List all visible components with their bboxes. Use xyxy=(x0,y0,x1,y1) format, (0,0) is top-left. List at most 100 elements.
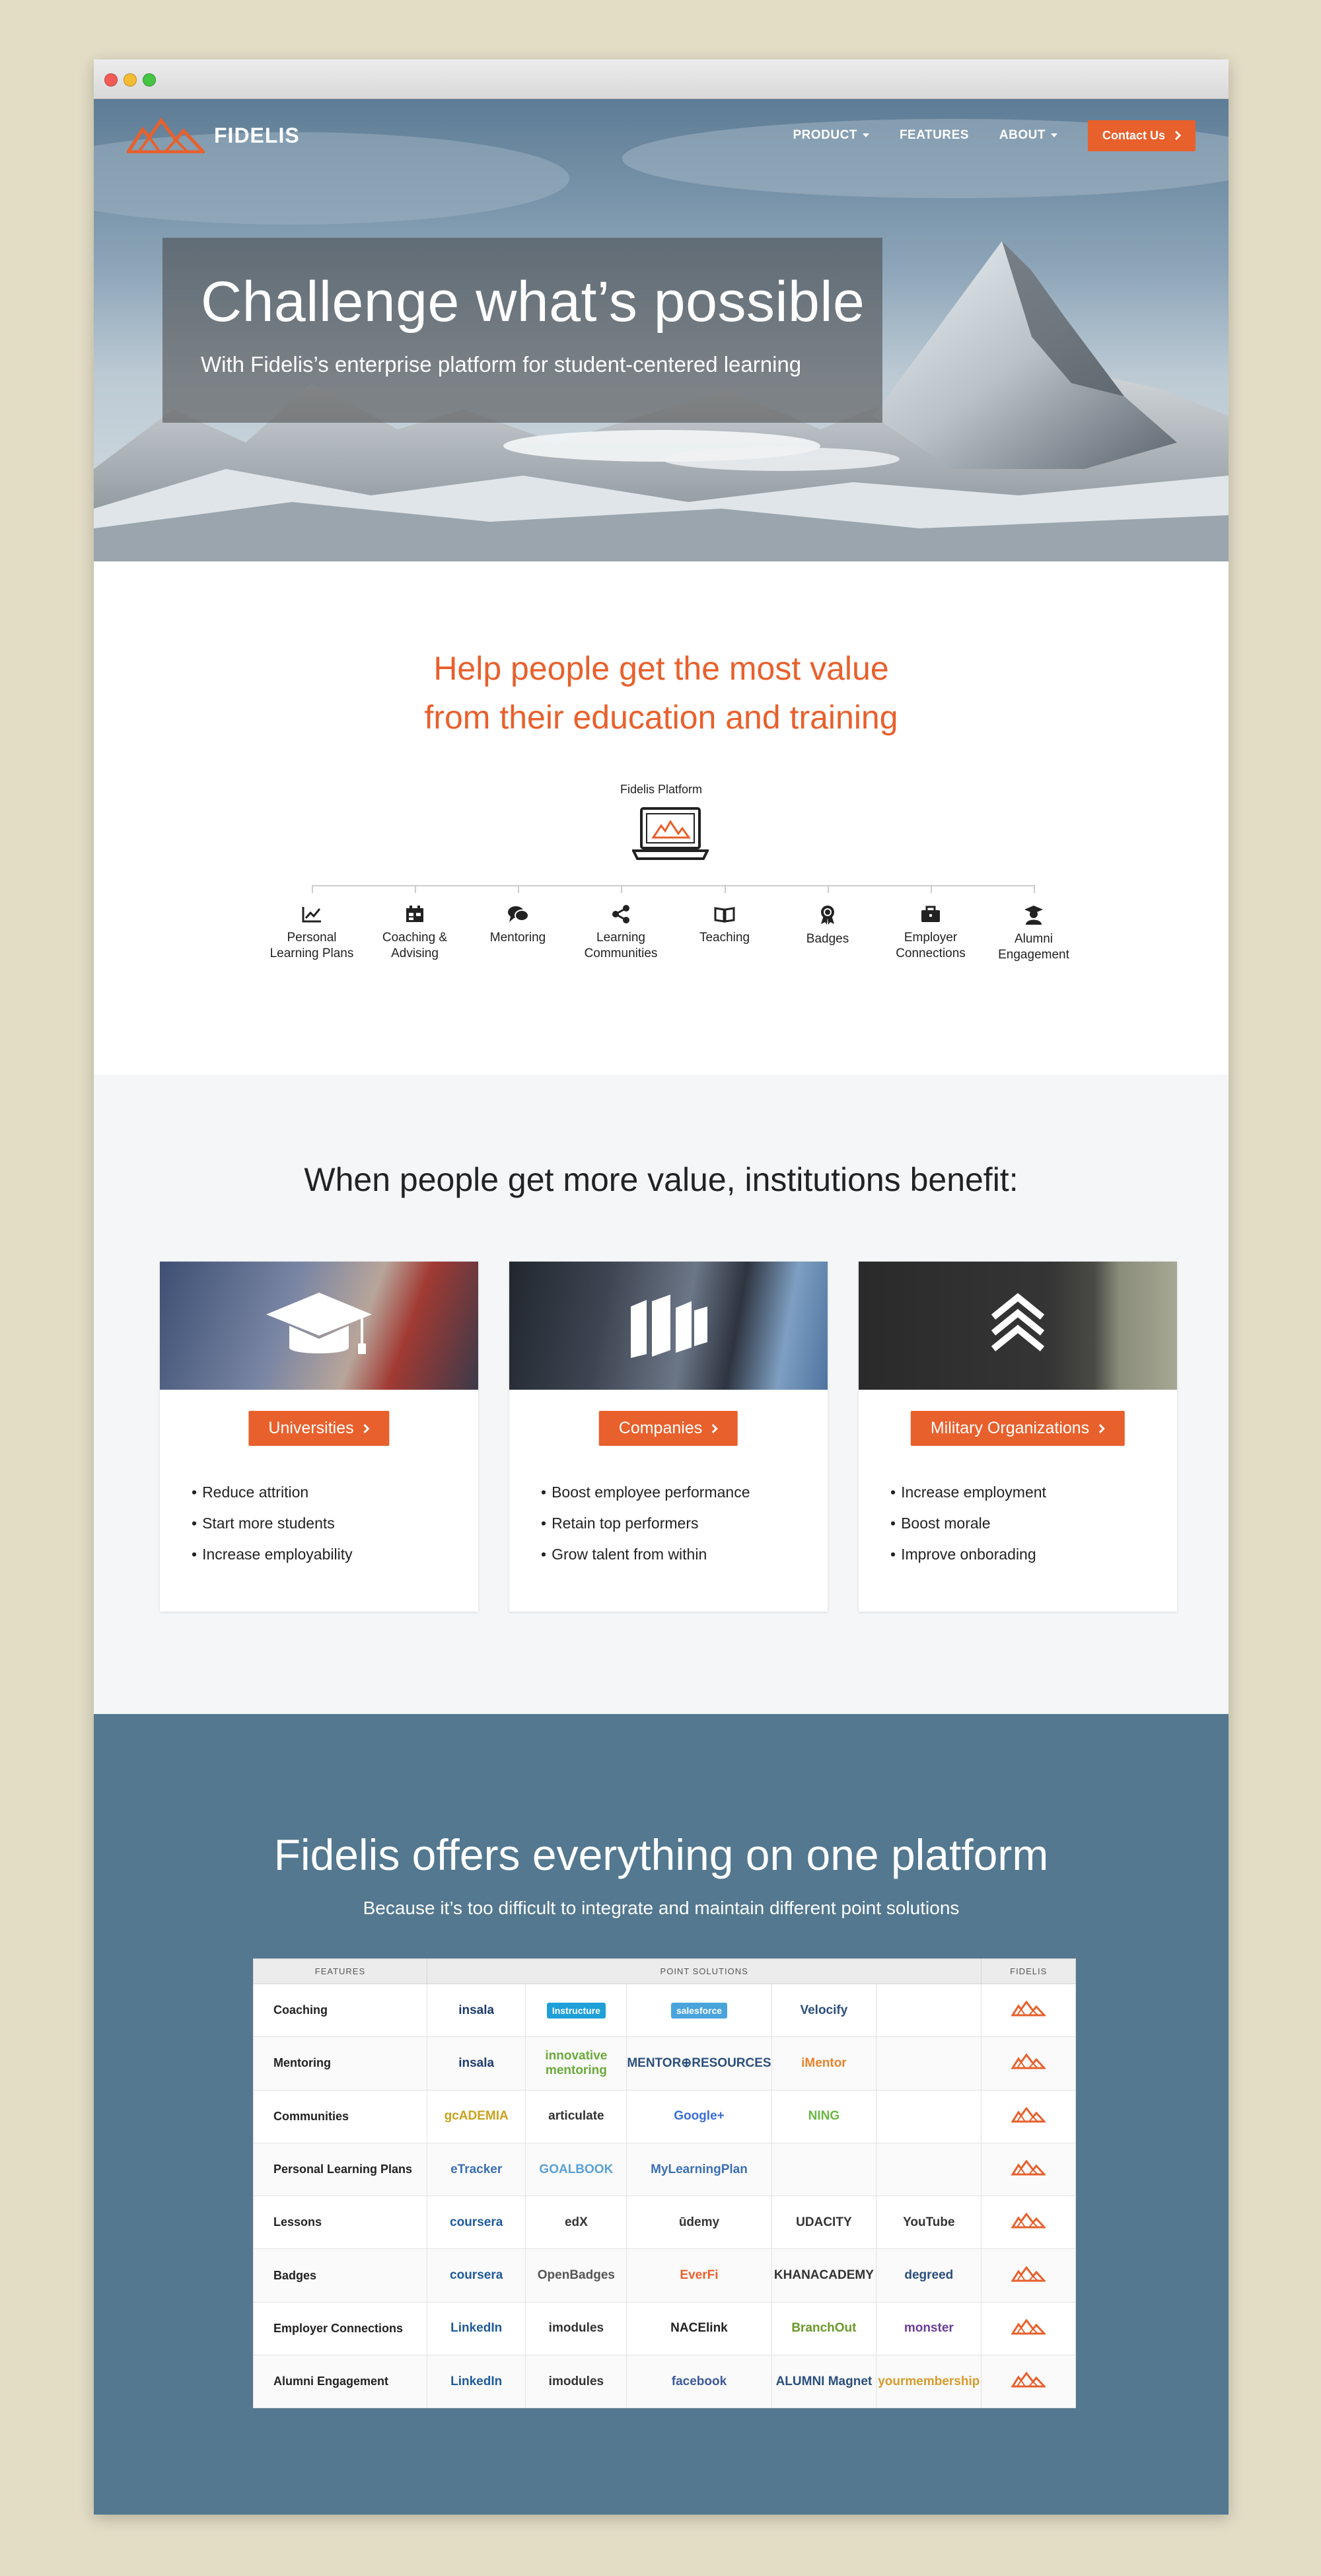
minimize-window-button[interactable] xyxy=(124,73,137,87)
feature-label: Mentoring xyxy=(489,931,546,945)
companies-button-label: Companies xyxy=(618,1419,703,1437)
solution-logo-cell: imodules xyxy=(525,2301,627,2356)
caret-down-icon xyxy=(1050,133,1057,137)
feature-label: Personal Learning Plans xyxy=(269,931,354,960)
solution-logo: UDACITY xyxy=(796,2215,852,2229)
solution-logo-cell: monster xyxy=(876,2301,982,2356)
platform-subtitle: Because it’s too difficult to integrate … xyxy=(363,1898,960,1918)
top-navigation: FIDELIS PRODUCT FEATURES ABOUT Contact U… xyxy=(94,99,1229,172)
companies-button[interactable]: Companies xyxy=(598,1411,738,1446)
solution-logo: OpenBadges xyxy=(537,2268,615,2283)
chat-icon xyxy=(508,906,529,922)
calendar-icon xyxy=(406,906,423,922)
solution-logo-cell xyxy=(876,2142,982,2197)
table-row: Mentoring insala innovative mentoring MENTO… xyxy=(253,2036,1076,2091)
solution-logo: coursera xyxy=(450,2215,503,2229)
solution-logo: YouTube xyxy=(903,2215,955,2229)
solution-logo: coursera xyxy=(450,2268,503,2283)
value-section: Help people get the most value from thei… xyxy=(94,561,1229,1075)
feature-personal-learning-plans[interactable]: Personal Learning Plans xyxy=(259,905,365,962)
nav-product[interactable]: PRODUCT xyxy=(793,128,869,143)
tree-tick xyxy=(828,885,829,893)
solution-logo-cell: iMentor xyxy=(771,2036,877,2091)
fidelis-cell xyxy=(981,2248,1076,2303)
solution-logo-cell: KHANACADEMY xyxy=(771,2248,877,2303)
nav-features-label: FEATURES xyxy=(899,128,969,142)
contact-us-button[interactable]: Contact Us xyxy=(1087,120,1196,151)
solution-logo: NING xyxy=(808,2109,840,2124)
solution-logo-cell: edX xyxy=(525,2196,627,2250)
solution-logo: EverFi xyxy=(680,2268,719,2283)
value-title-line2: from their education and training xyxy=(424,699,898,736)
solution-logo: GOALBOOK xyxy=(539,2162,614,2176)
value-title-line1: Help people get the most value xyxy=(433,650,889,687)
platform-section: Fidelis offers everything on one platfor… xyxy=(94,1714,1229,2515)
fidelis-column-header: FIDELIS xyxy=(981,1958,1076,1984)
solution-logo-cell: articulate xyxy=(525,2089,627,2143)
graduate-icon xyxy=(1024,906,1043,925)
solution-logo-cell: coursera xyxy=(426,2248,526,2303)
briefcase-icon xyxy=(921,906,940,922)
window-titlebar xyxy=(94,59,1229,99)
solution-logo: LinkedIn xyxy=(450,2374,503,2388)
solution-logo-cell: facebook xyxy=(626,2355,772,2409)
military-organizations-button[interactable]: Military Organizations xyxy=(910,1411,1125,1446)
chevron-right-icon xyxy=(1099,1423,1106,1433)
solution-logo: MyLearningPlan xyxy=(651,2162,748,2176)
platform-title: Fidelis offers everything on one platfor… xyxy=(273,1830,1049,1879)
list-item: Improve onborading xyxy=(890,1539,1046,1570)
solution-logo: edX xyxy=(564,2215,588,2229)
card-military-organizations: Military Organizations Increase employme… xyxy=(859,1262,1177,1612)
list-item: Increase employment xyxy=(890,1477,1046,1508)
feature-coaching-advising[interactable]: Coaching & Advising xyxy=(362,905,468,962)
hero-section: FIDELIS PRODUCT FEATURES ABOUT Contact U… xyxy=(94,99,1229,561)
solution-logo-cell: NING xyxy=(771,2089,877,2143)
solution-logo: facebook xyxy=(671,2374,727,2388)
military-image xyxy=(859,1262,1177,1390)
universities-button[interactable]: Universities xyxy=(248,1411,390,1446)
solution-logo: degreed xyxy=(904,2268,954,2283)
companies-benefits-list: Boost employee performance Retain top pe… xyxy=(541,1477,750,1570)
solution-logo: Instructure xyxy=(546,2002,606,2019)
maximize-window-button[interactable] xyxy=(143,73,156,87)
fidelis-cell xyxy=(981,2301,1076,2356)
solution-logo-cell: Google+ xyxy=(626,2089,772,2143)
feature-learning-communities[interactable]: Learning Communities xyxy=(568,905,674,962)
solution-logo: NACElink xyxy=(670,2321,728,2336)
feature-teaching[interactable]: Teaching xyxy=(672,905,777,946)
list-item: Start more students xyxy=(192,1508,353,1539)
fidelis-logo[interactable]: FIDELIS xyxy=(127,118,300,153)
solution-logo-cell: coursera xyxy=(426,2196,526,2250)
solution-logo-cell: YouTube xyxy=(876,2196,982,2250)
feature-cell: Communities xyxy=(253,2089,427,2143)
nav-features[interactable]: FEATURES xyxy=(900,128,969,143)
solution-logo: insala xyxy=(458,2056,495,2070)
list-item: Boost employee performance xyxy=(541,1477,750,1508)
mountain-logo-icon xyxy=(127,118,205,153)
chevron-right-icon xyxy=(1174,131,1181,140)
hero-headline-box: Challenge what’s possible With Fidelis’s… xyxy=(162,238,882,423)
table-row: Lessons coursera edX ūdemy UDACITY YouTube xyxy=(253,2196,1076,2250)
solution-logo-cell: ALUMNI Magnet xyxy=(771,2355,877,2409)
table-row: Personal Learning Plans eTracker GOALBOOK M… xyxy=(253,2142,1076,2197)
benefits-title: When people get more value, institutions… xyxy=(304,1161,1018,1198)
feature-badges[interactable]: Badges xyxy=(775,905,880,947)
badge-icon xyxy=(821,906,834,925)
table-header-row: FEATURES POINT SOLUTIONS FIDELIS xyxy=(253,1958,1076,1984)
platform-label: Fidelis Platform xyxy=(620,783,703,796)
nav-about[interactable]: ABOUT xyxy=(999,128,1057,143)
solution-logo-cell: GOALBOOK xyxy=(525,2142,627,2197)
feature-alumni-engagement[interactable]: Alumni Engagement xyxy=(981,905,1087,963)
platform-tree-line xyxy=(312,885,1034,886)
contact-us-label: Contact Us xyxy=(1102,128,1165,142)
close-window-button[interactable] xyxy=(104,73,118,87)
solution-logo-cell: MENTOR⊕RESOURCES xyxy=(626,2036,772,2091)
card-companies: Companies Boost employee performance Ret… xyxy=(509,1262,828,1612)
solution-logo: gcADEMIA xyxy=(444,2109,509,2124)
chevron-right-icon xyxy=(363,1423,370,1433)
solution-logo: innovative mentoring xyxy=(545,2048,608,2077)
feature-cell: Employer Connections xyxy=(253,2301,427,2356)
feature-employer-connections[interactable]: Employer Connections xyxy=(878,905,983,962)
feature-mentoring[interactable]: Mentoring xyxy=(465,905,571,946)
brand-name: FIDELIS xyxy=(214,123,300,147)
